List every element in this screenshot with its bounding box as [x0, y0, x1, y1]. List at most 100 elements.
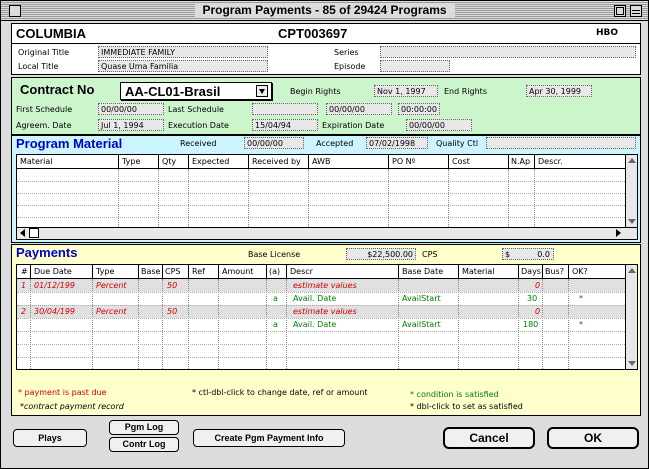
hscroll-thumb[interactable]: [29, 228, 39, 238]
col-due-date: Due Date: [34, 267, 72, 276]
close-box-icon[interactable]: [9, 5, 21, 17]
payments-vscroll[interactable]: [625, 265, 637, 369]
agreem-date-field[interactable]: Jul 1, 1994: [98, 119, 164, 131]
col-type: Type: [122, 157, 141, 166]
pgm-log-button[interactable]: Pgm Log: [109, 420, 179, 435]
episode-label: Episode: [334, 62, 366, 71]
payments-section: Payments Base License $22,500.00 CPS $ 0…: [11, 244, 641, 416]
quality-ctl-field[interactable]: [486, 137, 636, 149]
contract-section: Contract No AA-CL01-Brasil Begin Rights …: [11, 77, 641, 135]
contract-no-select[interactable]: AA-CL01-Brasil: [120, 82, 272, 100]
payments-title: Payments: [16, 245, 78, 260]
col-a: (a): [269, 267, 281, 276]
execution-date-field[interactable]: 15/04/94: [252, 119, 318, 131]
col-bus: Bus?: [545, 267, 564, 276]
material-table[interactable]: Material Type Qty Expected Received by A…: [16, 154, 638, 240]
accepted-field[interactable]: 07/02/1998: [366, 137, 428, 149]
first-schedule-field[interactable]: 00/00/00: [98, 103, 164, 115]
material-vscroll[interactable]: [625, 155, 637, 227]
material-hscroll[interactable]: [17, 227, 637, 239]
legend-contract-record: *contract payment record: [20, 402, 124, 411]
col-cost: Cost: [452, 157, 470, 166]
base-license-field[interactable]: $22,500.00: [346, 248, 416, 260]
col-base-date: Base Date: [402, 267, 444, 276]
col-material: Material: [462, 267, 495, 276]
scroll-down-icon[interactable]: [628, 361, 636, 366]
program-material-title: Program Material: [16, 136, 123, 151]
ok-button[interactable]: OK: [547, 427, 639, 449]
dropdown-arrow-icon: [256, 85, 268, 97]
program-material-section: Program Material Received 00/00/00 Accep…: [11, 135, 641, 243]
cps-label: CPS: [422, 250, 438, 259]
table-row[interactable]: a Avail. Date AvailStart 30 *: [17, 292, 625, 305]
legend-ctl-dbl-click: * ctl-dbl-click to change date, ref or a…: [192, 388, 368, 397]
table-row[interactable]: 2 30/04/199 Percent 50 estimate values 0: [17, 305, 625, 318]
channel-label: HBO: [596, 28, 619, 38]
program-header-section: COLUMBIA CPT003697 HBO Original Title IM…: [11, 23, 641, 75]
scroll-up-icon[interactable]: [628, 268, 636, 273]
begin-rights-field[interactable]: Nov 1, 1997: [374, 85, 438, 97]
last-schedule-field-b[interactable]: 00/00/00: [326, 103, 392, 115]
cancel-button[interactable]: Cancel: [443, 427, 535, 449]
col-expected: Expected: [192, 157, 230, 166]
scroll-down-icon[interactable]: [628, 219, 636, 224]
program-payments-window: Program Payments - 85 of 29424 Programs …: [0, 0, 649, 469]
table-row[interactable]: 1 01/12/199 Percent 50 estimate values 0: [17, 279, 625, 292]
last-schedule-label: Last Schedule: [168, 105, 224, 114]
table-row[interactable]: a Avail. Date AvailStart 180 *: [17, 318, 625, 331]
material-table-body: [17, 169, 625, 227]
col-amount: Amount: [222, 267, 254, 276]
header-divider: [12, 43, 640, 44]
col-ref: Ref: [192, 267, 205, 276]
agreem-date-label: Agreem. Date: [16, 121, 72, 130]
begin-rights-label: Begin Rights: [290, 87, 341, 96]
series-field[interactable]: [380, 46, 636, 58]
col-days: Days: [521, 267, 541, 276]
local-title-field[interactable]: Quase Uma Familia: [98, 60, 268, 72]
execution-date-label: Execution Date: [168, 121, 229, 130]
contract-no-value: AA-CL01-Brasil: [125, 84, 221, 99]
scroll-right-icon[interactable]: [616, 229, 621, 237]
scroll-up-icon[interactable]: [628, 158, 636, 163]
col-po-no: PO Nº: [392, 157, 416, 166]
col-qty: Qty: [162, 157, 177, 166]
episode-field[interactable]: [380, 60, 450, 72]
cps-value: 0.0: [537, 250, 550, 259]
last-schedule-field-a[interactable]: [252, 103, 318, 115]
end-rights-label: End Rights: [444, 87, 487, 96]
cps-currency: $: [505, 250, 511, 259]
collapse-box-icon[interactable]: [630, 5, 642, 17]
original-title-field[interactable]: IMMEDIATE FAMILY: [98, 46, 268, 58]
col-num: #: [21, 267, 28, 276]
payments-table-body: 1 01/12/199 Percent 50 estimate values 0…: [17, 279, 625, 369]
base-license-label: Base License: [248, 250, 301, 259]
cps-field[interactable]: $ 0.0: [502, 248, 554, 260]
payments-table[interactable]: # Due Date Type Base CPS Ref Amount (a) …: [16, 264, 638, 370]
col-base: Base: [141, 267, 161, 276]
quality-ctl-label: Quality Ctl: [436, 139, 479, 148]
contract-no-label: Contract No: [20, 82, 95, 97]
legend-dbl-click: * dbl-click to set as satisfied: [410, 402, 523, 411]
create-payment-info-button[interactable]: Create Pgm Payment Info: [193, 429, 345, 447]
end-rights-field[interactable]: Apr 30, 1999: [526, 85, 592, 97]
col-descr: Descr: [290, 267, 313, 276]
received-field[interactable]: 00/00/00: [244, 137, 304, 149]
scroll-left-icon[interactable]: [20, 229, 25, 237]
payments-table-header: # Due Date Type Base CPS Ref Amount (a) …: [17, 265, 625, 279]
plays-button[interactable]: Plays: [13, 429, 87, 447]
col-n-ap: N.Ap: [511, 157, 531, 166]
last-schedule-time-field[interactable]: 00:00:00: [398, 103, 440, 115]
contr-log-button[interactable]: Contr Log: [109, 437, 179, 452]
col-type: Type: [96, 267, 115, 276]
program-id: CPT003697: [278, 26, 348, 41]
first-schedule-label: First Schedule: [16, 105, 73, 114]
col-cps: CPS: [165, 267, 181, 276]
local-title-label: Local Title: [18, 62, 59, 71]
col-material: Material: [20, 157, 53, 166]
col-awb: AWB: [312, 157, 331, 166]
zoom-box-icon[interactable]: [614, 5, 626, 17]
title-bar[interactable]: Program Payments - 85 of 29424 Programs: [1, 1, 648, 21]
network-name: COLUMBIA: [16, 26, 87, 41]
expiration-date-field[interactable]: 00/00/00: [406, 119, 472, 131]
accepted-label: Accepted: [316, 139, 354, 148]
